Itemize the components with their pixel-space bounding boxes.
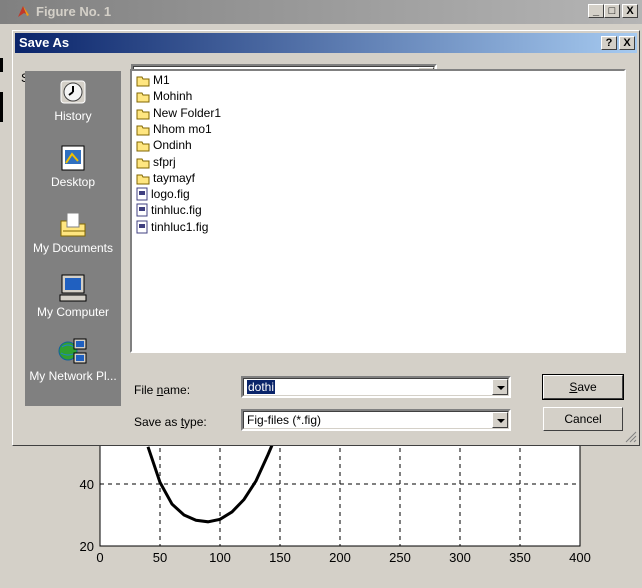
folder-icon — [136, 76, 150, 87]
file-name-dropdown-button[interactable] — [492, 379, 508, 395]
x-tick-label: 200 — [329, 550, 351, 565]
file-list-item[interactable]: logo.fig — [136, 187, 190, 203]
file-list-item[interactable]: tinhluc.fig — [136, 203, 202, 219]
dialog-title: Save As — [19, 35, 70, 50]
dialog-close-button[interactable]: X — [619, 36, 635, 50]
folder-icon — [136, 158, 150, 168]
file-name-text: sfprj — [153, 154, 176, 169]
y-tick-label: 40 — [80, 477, 94, 492]
x-tick-label: 0 — [96, 550, 103, 565]
file-list-item[interactable]: Mohinh — [136, 89, 192, 105]
x-tick-label: 250 — [389, 550, 411, 565]
resize-grip-icon[interactable] — [625, 431, 637, 443]
place-desktop-label: Desktop — [50, 175, 96, 189]
place-my-network[interactable]: My Network Pl... — [25, 337, 121, 383]
folder-icon — [136, 92, 150, 103]
file-name-value[interactable]: dothi — [247, 380, 276, 394]
x-tick-label: 50 — [153, 550, 167, 565]
place-desktop[interactable]: Desktop — [25, 143, 121, 189]
file-name-text: Mohinh — [153, 89, 193, 104]
save-button[interactable]: Save — [542, 374, 624, 400]
x-tick-label: 100 — [209, 550, 231, 565]
place-my-documents-label: My Documents — [32, 241, 114, 255]
file-name-text: M1 — [153, 73, 170, 87]
place-history-label: History — [54, 109, 92, 123]
x-tick-label: 300 — [449, 550, 471, 565]
file-list-item[interactable]: taymayf — [136, 171, 195, 187]
my-documents-icon — [60, 212, 86, 237]
save-as-type-value: Fig-files (*.fig) — [247, 413, 322, 427]
file-name-text: taymayf — [153, 170, 196, 185]
file-list-item[interactable]: Nhom mo1 — [136, 122, 212, 138]
file-name-text: tinhluc.fig — [151, 203, 202, 218]
file-list[interactable]: M1 Mohinh New Folder1 Nhom mo1 Ondinh sfprj ta… — [130, 69, 626, 353]
save-as-type-dropdown-button[interactable] — [492, 412, 508, 428]
desktop-icon — [61, 145, 85, 171]
x-tick-label: 400 — [569, 550, 591, 565]
places-bar: History Desktop My Documents My Computer… — [25, 71, 121, 406]
place-history[interactable]: History — [25, 79, 121, 123]
folder-icon — [136, 141, 150, 152]
y-tick-label: 20 — [80, 539, 94, 554]
save-as-dialog: Save As ? X Save in: work — [12, 30, 640, 446]
place-my-computer[interactable]: My Computer — [25, 273, 121, 319]
my-computer-icon — [59, 274, 87, 302]
file-list-item[interactable]: M1 — [136, 73, 170, 89]
fig-file-icon — [136, 203, 148, 217]
file-list-item[interactable]: New Folder1 — [136, 106, 221, 122]
fig-file-icon — [136, 187, 148, 201]
save-as-type-dropdown[interactable]: Fig-files (*.fig) — [241, 409, 511, 431]
place-my-computer-label: My Computer — [36, 305, 110, 319]
file-list-item[interactable]: tinhluc1.fig — [136, 220, 208, 236]
place-my-documents[interactable]: My Documents — [25, 209, 121, 255]
dialog-title-bar: Save As ? X — [15, 33, 637, 53]
place-my-network-label: My Network Pl... — [29, 369, 117, 383]
folder-icon — [136, 174, 150, 185]
file-name-text: Ondinh — [153, 138, 192, 153]
file-name-text: logo.fig — [151, 187, 190, 202]
my-network-icon — [58, 338, 87, 364]
file-name-text: New Folder1 — [153, 105, 222, 120]
x-tick-label: 150 — [269, 550, 291, 565]
history-icon — [60, 80, 86, 104]
x-tick-label: 350 — [509, 550, 531, 565]
folder-icon — [136, 125, 150, 136]
folder-icon — [136, 109, 150, 120]
save-as-type-label: Save as type: — [134, 415, 207, 429]
file-list-item[interactable]: Ondinh — [136, 138, 192, 154]
cancel-button[interactable]: Cancel — [543, 407, 623, 431]
file-name-text: tinhluc1.fig — [151, 219, 209, 234]
file-name-text: Nhom mo1 — [153, 121, 212, 136]
file-list-item[interactable]: sfprj — [136, 155, 176, 171]
fig-file-icon — [136, 220, 148, 234]
file-name-combo[interactable]: dothi — [241, 376, 511, 398]
help-button[interactable]: ? — [601, 36, 617, 50]
file-name-label: File name: — [134, 383, 191, 397]
